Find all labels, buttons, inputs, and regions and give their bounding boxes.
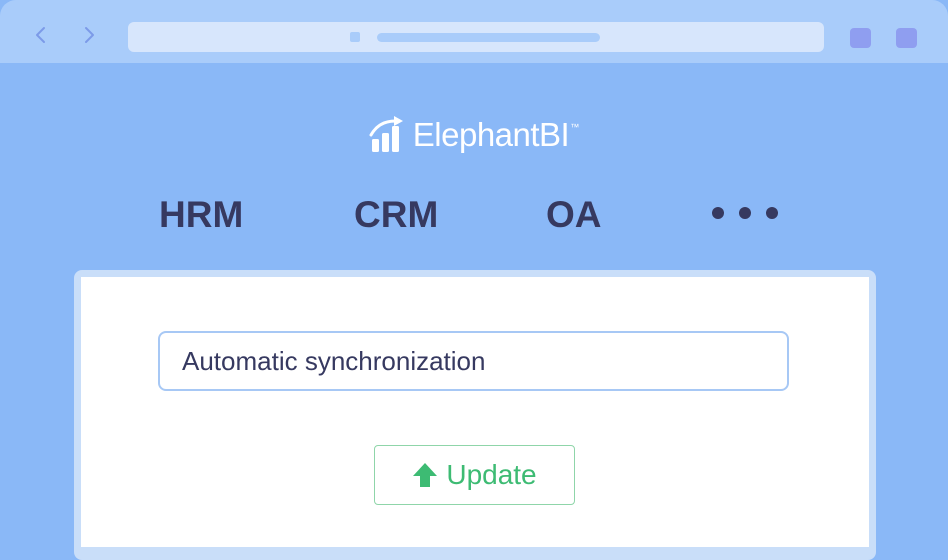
dot bbox=[739, 207, 751, 219]
sync-mode-input[interactable] bbox=[158, 331, 789, 391]
chevron-left-icon bbox=[36, 27, 45, 43]
address-icon-placeholder bbox=[350, 32, 360, 42]
more-dots-icon[interactable] bbox=[712, 207, 778, 221]
update-button-label: Update bbox=[446, 459, 537, 490]
logo-text: ElephantBI bbox=[412, 116, 570, 153]
window-button[interactable] bbox=[896, 28, 917, 48]
chevron-right-icon bbox=[85, 27, 94, 43]
forward-button[interactable] bbox=[78, 24, 100, 46]
dot bbox=[712, 207, 724, 219]
trademark-symbol: ™ bbox=[570, 122, 580, 132]
nav-item-crm[interactable]: CRM bbox=[354, 192, 438, 238]
window-button[interactable] bbox=[850, 28, 871, 48]
address-text-placeholder bbox=[377, 33, 600, 42]
nav-item-hrm[interactable]: HRM bbox=[159, 192, 243, 238]
address-bar[interactable] bbox=[128, 22, 824, 52]
dot bbox=[766, 207, 778, 219]
arrow-up-icon bbox=[413, 463, 438, 487]
browser-toolbar bbox=[0, 0, 948, 63]
update-button[interactable]: Update bbox=[374, 445, 575, 505]
bar-chart-trend-icon bbox=[369, 116, 403, 152]
content-panel bbox=[81, 277, 869, 547]
back-button[interactable] bbox=[30, 24, 52, 46]
nav-item-oa[interactable]: OA bbox=[546, 192, 602, 238]
elephantbi-logo: ElephantBI ™ bbox=[0, 112, 948, 158]
